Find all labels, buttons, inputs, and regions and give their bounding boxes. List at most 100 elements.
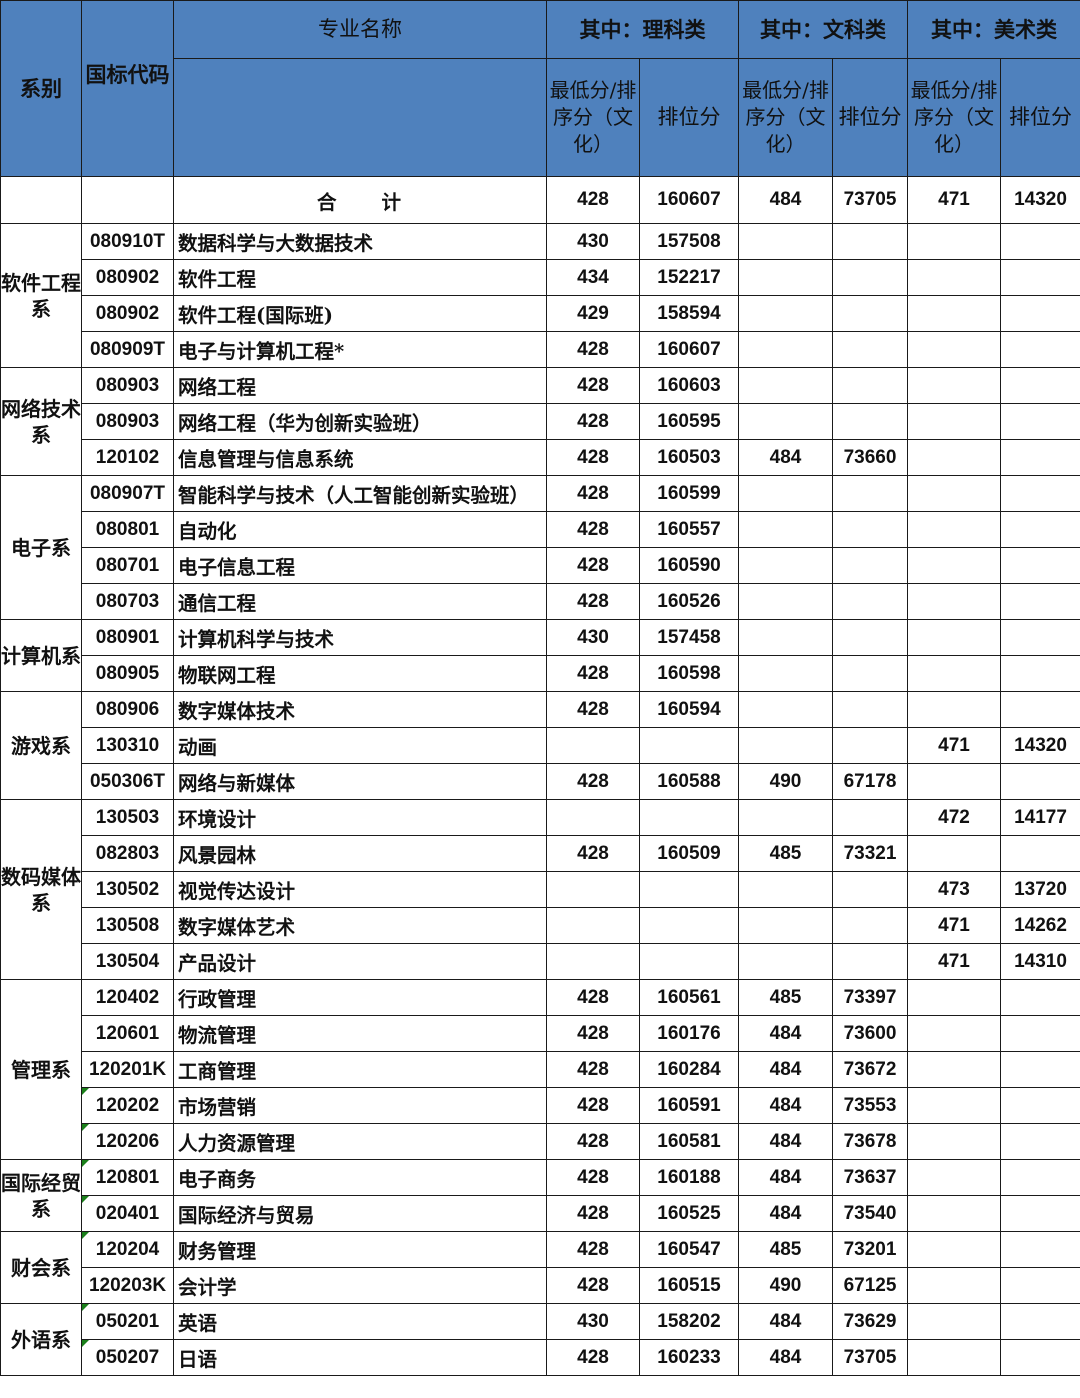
arts-min-score <box>738 943 833 980</box>
arts-min-score <box>738 259 833 296</box>
major-code-text: 080801 <box>95 518 160 540</box>
major-name: 物流管理 <box>173 1015 547 1052</box>
arts-min-score-text: 484 <box>769 1166 802 1188</box>
major-name: 工商管理 <box>173 1051 547 1088</box>
arts-min-score: 484 <box>738 1015 833 1052</box>
science-rank: 157458 <box>639 619 739 656</box>
major-code-text: 120201K <box>88 1058 167 1080</box>
arts-min-score <box>738 367 833 404</box>
fine-arts-rank <box>1000 1123 1080 1160</box>
fine-arts-min-score-text: 473 <box>938 878 970 900</box>
major-name: 风景园林 <box>173 835 547 872</box>
arts-min-score-text: 485 <box>769 986 802 1008</box>
science-min-score <box>546 727 640 764</box>
fine-arts-min-score <box>907 619 1001 656</box>
major-code-text: 120203K <box>88 1274 167 1296</box>
major-code: 020401 <box>81 1195 174 1232</box>
arts-min-score: 484 <box>738 1303 833 1340</box>
fine-arts-min-score <box>907 1195 1001 1232</box>
major-name-text: 英语 <box>178 1312 218 1335</box>
arts-rank-text: 73553 <box>843 1094 897 1116</box>
major-code-text: 130504 <box>95 950 160 972</box>
arts-rank-text: 73637 <box>843 1166 897 1188</box>
major-name: 电子商务 <box>173 1159 547 1196</box>
major-code: 120402 <box>81 979 174 1016</box>
error-flag-icon <box>82 1160 89 1167</box>
major-code: 120801 <box>81 1159 174 1196</box>
science-rank: 160595 <box>639 403 739 440</box>
science-min-score: 434 <box>546 259 640 296</box>
major-code: 130504 <box>81 943 174 980</box>
science-min-score: 428 <box>546 1195 640 1232</box>
table-row: 数码媒体系 130503 环境设计 472 14177 <box>0 799 1080 980</box>
science-min-score-text: 428 <box>577 374 609 396</box>
science-min-score: 428 <box>546 1339 640 1376</box>
science-rank-text: 157458 <box>657 626 721 648</box>
total-label: 合 计 <box>173 176 547 224</box>
arts-rank <box>832 475 908 512</box>
major-code-text: 120204 <box>95 1238 160 1260</box>
major-name-text: 环境设计 <box>178 808 257 831</box>
science-rank: 160233 <box>639 1339 739 1376</box>
major-code: 120203K <box>81 1267 174 1304</box>
header-major: 专业名称 <box>173 0 547 59</box>
arts-min-score <box>738 691 833 728</box>
science-min-score: 428 <box>546 835 640 872</box>
arts-rank-text: 73600 <box>843 1022 897 1044</box>
error-flag-icon <box>82 1232 89 1239</box>
science-rank-text: 160526 <box>657 590 721 612</box>
science-rank-text: 160561 <box>657 986 721 1008</box>
fine-arts-min-score: 471 <box>907 727 1001 764</box>
science-min-score: 428 <box>546 979 640 1016</box>
fine-arts-rank <box>1000 691 1080 728</box>
fine-arts-rank <box>1000 835 1080 872</box>
science-min-score: 430 <box>546 223 640 260</box>
arts-rank-text: 73397 <box>843 986 897 1008</box>
fine-arts-min-score <box>907 1231 1001 1268</box>
major-code-text: 130508 <box>95 914 160 936</box>
major-name: 会计学 <box>173 1267 547 1304</box>
fine-arts-rank <box>1000 619 1080 656</box>
fine-arts-min-score <box>907 835 1001 872</box>
table-row: 120206 人力资源管理 428 160581 484 73678 <box>1 1123 1080 1160</box>
science-rank <box>639 907 739 944</box>
fine-arts-min-score <box>907 223 1001 260</box>
arts-min-score: 484 <box>738 1339 833 1376</box>
dept-cell: 数码媒体系 <box>0 799 82 980</box>
science-rank: 152217 <box>639 259 739 296</box>
dept-cell: 计算机系 <box>0 619 82 692</box>
table-row: 外语系 050201 英语 430 158202 484 73629 <box>0 1303 1080 1376</box>
major-code-text: 120801 <box>95 1166 160 1188</box>
arts-min-score <box>738 727 833 764</box>
fine-arts-min-score <box>907 403 1001 440</box>
major-code-text: 080905 <box>95 662 160 684</box>
arts-rank <box>832 583 908 620</box>
science-min-score-text: 434 <box>577 266 609 288</box>
science-min-score-text: 428 <box>577 410 609 432</box>
science-rank: 160581 <box>639 1123 739 1160</box>
science-min-score-text: 428 <box>577 554 609 576</box>
science-min-score-text: 428 <box>577 1238 609 1260</box>
major-code: 120204 <box>81 1231 174 1268</box>
arts-rank <box>832 295 908 332</box>
science-rank-text: 160509 <box>657 842 721 864</box>
science-min-score: 430 <box>546 619 640 656</box>
table-row: 游戏系 080906 数字媒体技术 428 160594 <box>0 691 1080 800</box>
fine-arts-rank <box>1000 1015 1080 1052</box>
science-rank: 160588 <box>639 763 739 800</box>
major-name: 物联网工程 <box>173 655 547 692</box>
major-name: 数据科学与大数据技术 <box>173 223 547 260</box>
arts-min-score-text: 484 <box>769 446 802 468</box>
table-row: 120202 市场营销 428 160591 484 73553 <box>1 1087 1080 1124</box>
table-row: 130502 视觉传达设计 473 13720 <box>1 871 1080 908</box>
fine-arts-rank-text: 14177 <box>1014 806 1067 828</box>
arts-min-score: 484 <box>738 1123 833 1160</box>
fine-arts-rank <box>1000 1267 1080 1304</box>
arts-min-score-text: 484 <box>769 1022 802 1044</box>
science-min-score: 428 <box>546 1051 640 1088</box>
header-arts: 其中：文科类 <box>738 0 908 59</box>
fine-arts-rank <box>1000 1051 1080 1088</box>
major-code: 130503 <box>81 799 174 836</box>
science-rank-text: 160188 <box>657 1166 721 1188</box>
science-min-score-text: 428 <box>577 986 609 1008</box>
